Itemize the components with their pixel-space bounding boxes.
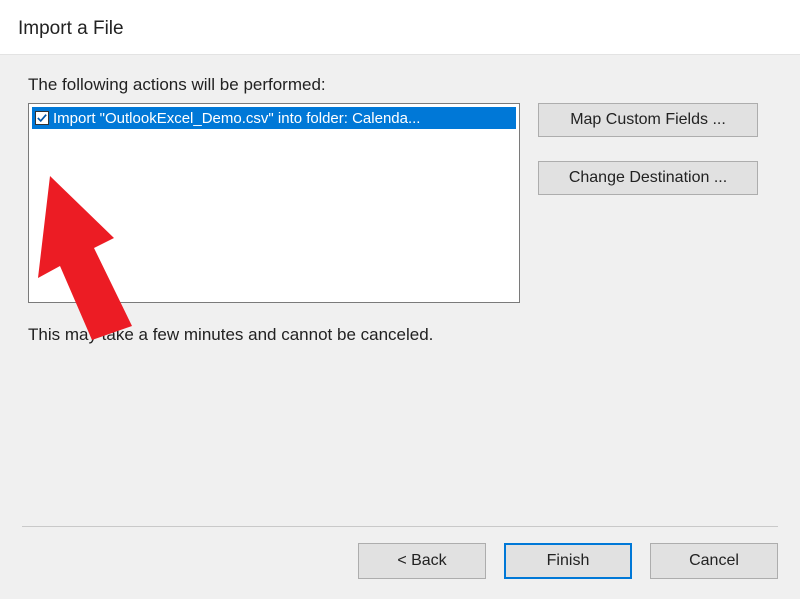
note-text: This may take a few minutes and cannot b… <box>28 325 778 345</box>
finish-button[interactable]: Finish <box>504 543 632 579</box>
map-custom-fields-button[interactable]: Map Custom Fields ... <box>538 103 758 137</box>
side-buttons: Map Custom Fields ... Change Destination… <box>538 103 758 195</box>
back-button[interactable]: < Back <box>358 543 486 579</box>
footer-buttons: < Back Finish Cancel <box>358 543 778 579</box>
checkbox-icon[interactable] <box>35 111 49 125</box>
footer-separator <box>22 526 778 527</box>
dialog-title: Import a File <box>0 0 800 54</box>
content-panel: The following actions will be performed:… <box>0 54 800 599</box>
action-item-text: Import "OutlookExcel_Demo.csv" into fold… <box>53 110 513 127</box>
actions-row: Import "OutlookExcel_Demo.csv" into fold… <box>28 103 778 303</box>
cancel-button[interactable]: Cancel <box>650 543 778 579</box>
actions-listbox[interactable]: Import "OutlookExcel_Demo.csv" into fold… <box>28 103 520 303</box>
change-destination-button[interactable]: Change Destination ... <box>538 161 758 195</box>
actions-label: The following actions will be performed: <box>28 75 778 95</box>
action-item[interactable]: Import "OutlookExcel_Demo.csv" into fold… <box>32 107 516 129</box>
